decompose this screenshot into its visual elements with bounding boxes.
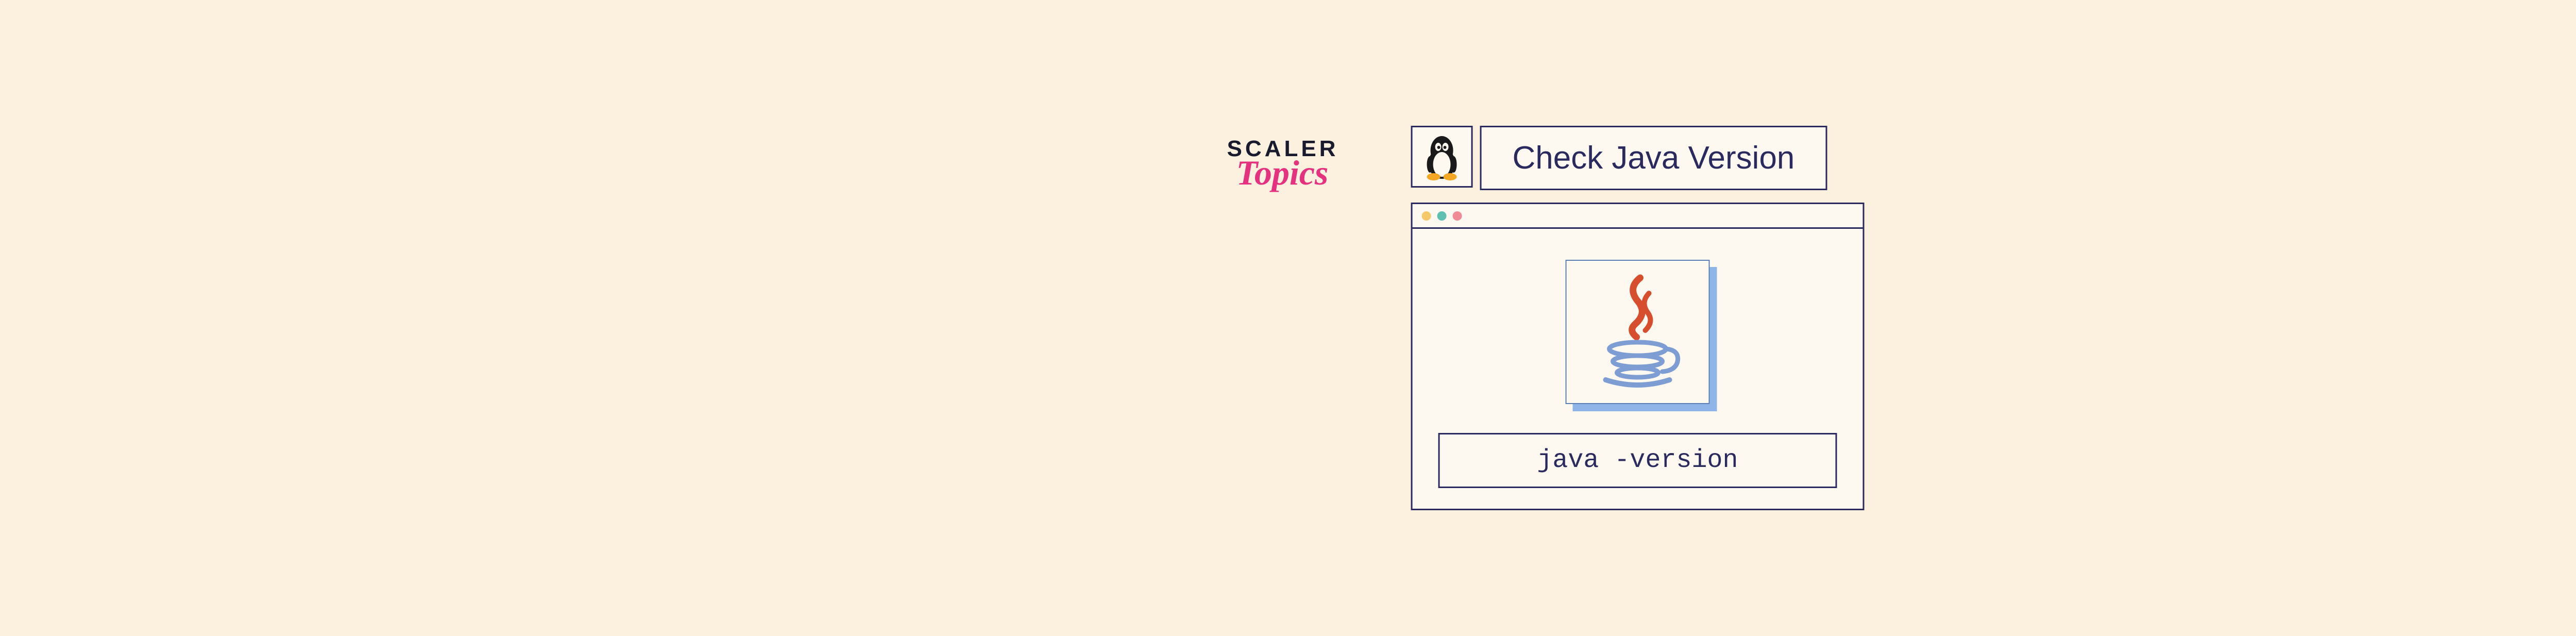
linux-penguin-box (1411, 126, 1472, 188)
header-row: Check Java Version (1411, 126, 1864, 190)
java-logo-icon (1591, 273, 1684, 391)
command-text: java -version (1537, 446, 1738, 475)
main-container: SCALER Topics (1227, 126, 1865, 510)
command-box: java -version (1438, 433, 1837, 488)
java-logo-box (1565, 260, 1709, 404)
content-block: Check Java Version (1411, 126, 1864, 510)
linux-penguin-icon (1421, 132, 1462, 181)
browser-window: java -version (1411, 203, 1864, 510)
window-control-maximize (1437, 211, 1446, 221)
window-control-minimize (1421, 211, 1431, 221)
browser-content: java -version (1412, 229, 1862, 509)
scaler-topics-logo: SCALER Topics (1227, 136, 1339, 193)
java-logo-wrapper (1565, 260, 1709, 404)
browser-titlebar (1412, 204, 1862, 229)
window-control-close (1452, 211, 1462, 221)
page-title: Check Java Version (1512, 140, 1794, 176)
title-box: Check Java Version (1480, 126, 1827, 190)
topics-logo-text: Topics (1236, 153, 1339, 193)
